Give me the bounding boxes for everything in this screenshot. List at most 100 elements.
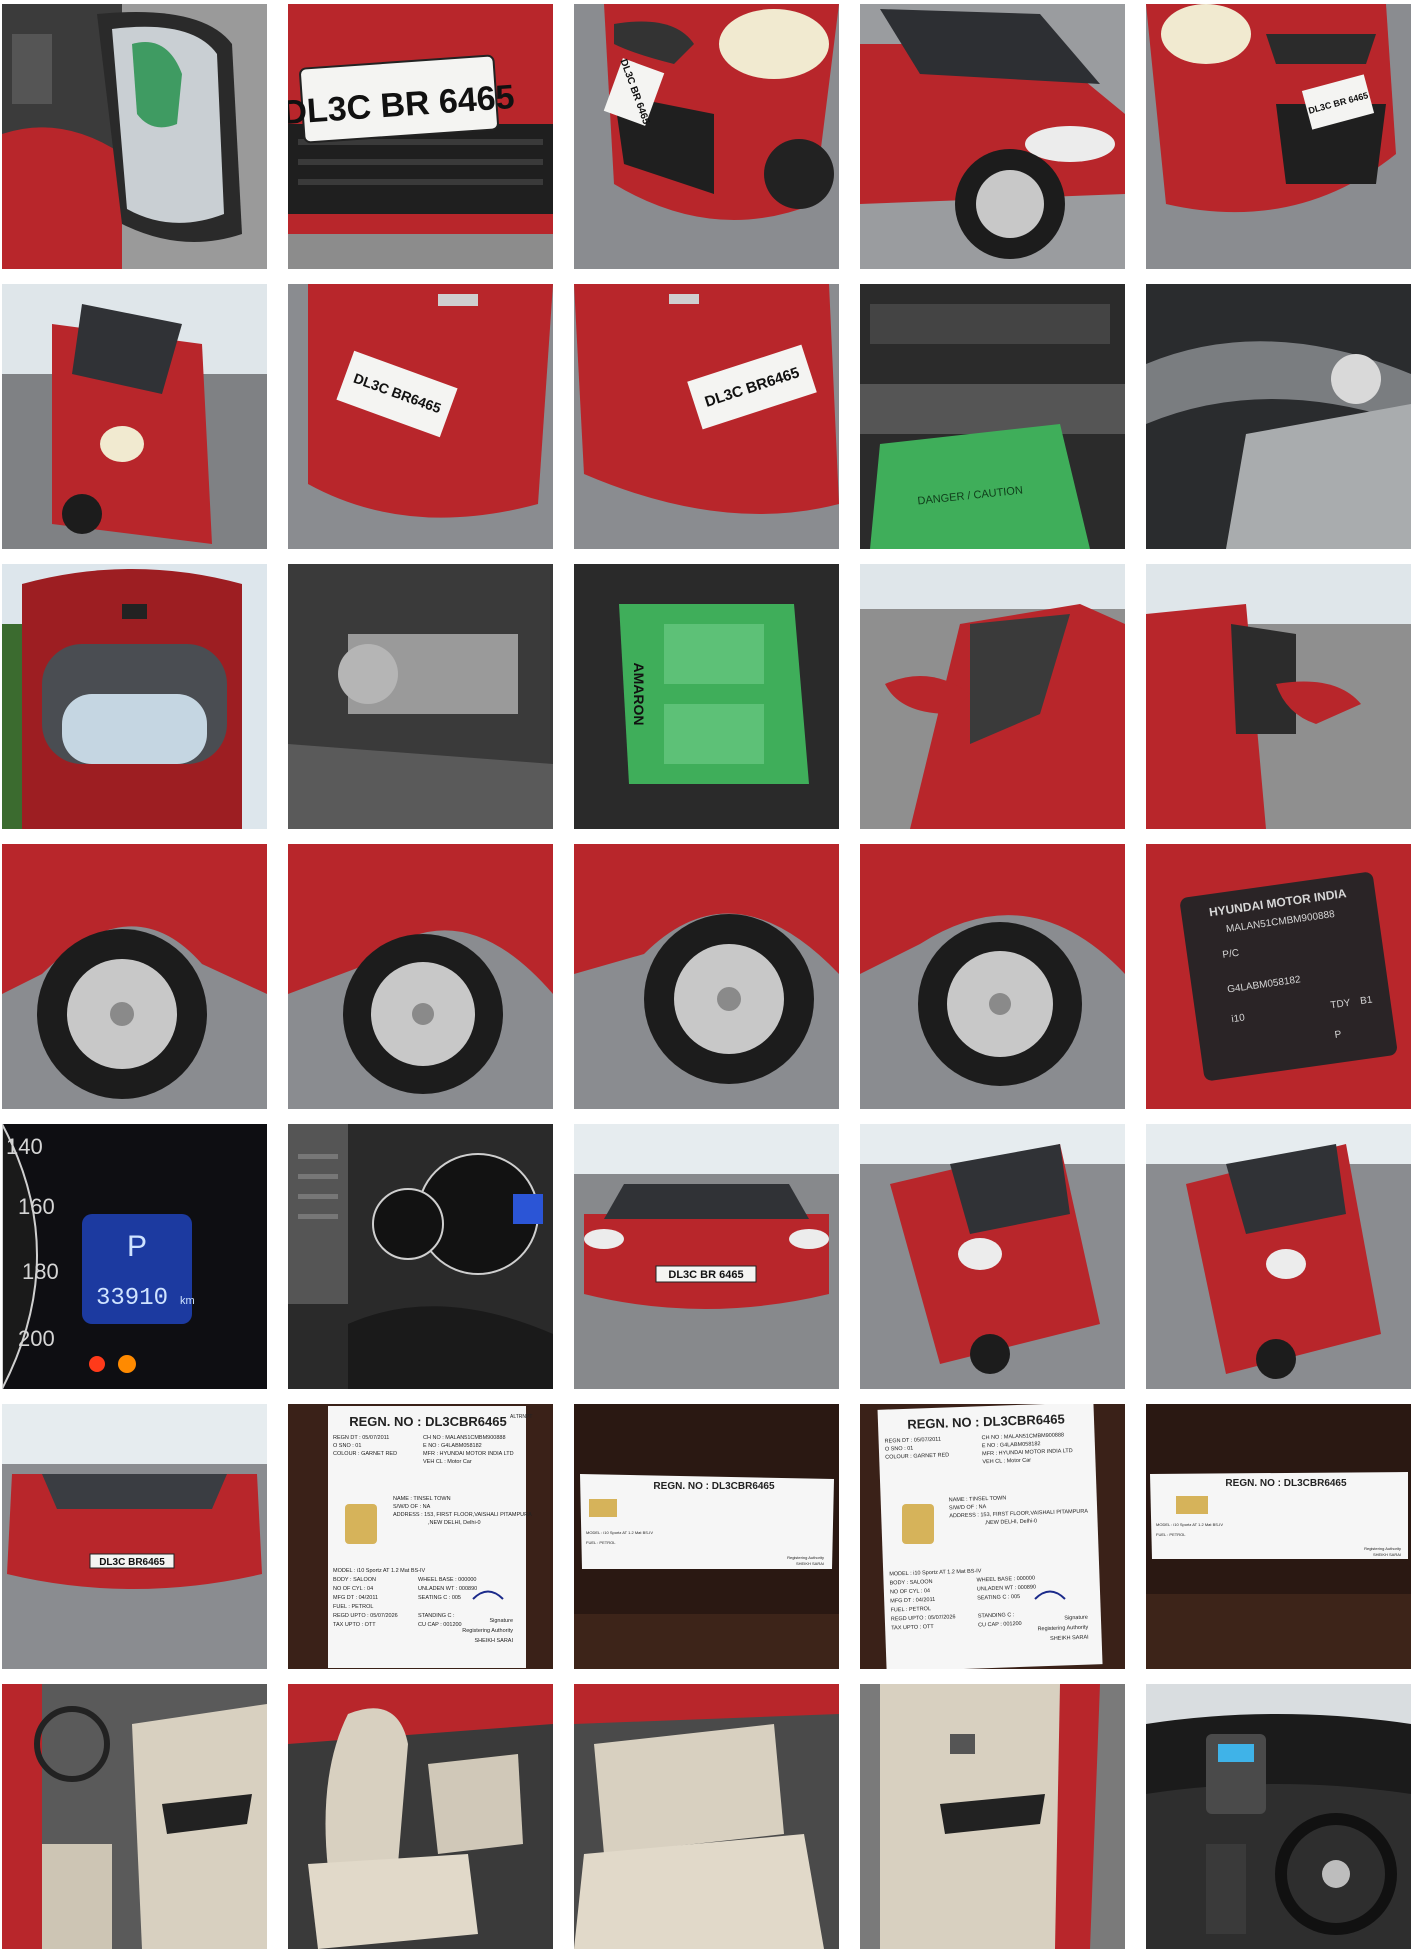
photo-vin-plate[interactable]: HYUNDAI MOTOR INDIA MALAN51CMBM900888 P/… [1146, 844, 1411, 1109]
odometer-unit: km [180, 1295, 195, 1307]
photo-front-three-quarter-2[interactable] [860, 1124, 1125, 1389]
photo-door-panel[interactable] [860, 1684, 1125, 1949]
vin-plate-image: HYUNDAI MOTOR INDIA MALAN51CMBM900888 P/… [1146, 844, 1411, 1109]
instrument-cluster-image [288, 1124, 553, 1389]
left-side-front-image [860, 4, 1125, 269]
rc3-o-sno: O SNO : 01 [885, 1446, 914, 1453]
photo-rear-right-bumper[interactable]: DL3C BR6465 [288, 284, 553, 549]
speed-tick-160: 160 [18, 1194, 55, 1219]
photo-wheel-3[interactable] [574, 844, 839, 1109]
rc1-unladen-wt: UNLADEN WT : 000890 [418, 1586, 477, 1592]
battery-top-image: AMARON [574, 564, 839, 829]
photo-front-left-corner[interactable]: DL3C BR 6465 [574, 4, 839, 269]
photo-left-side-front[interactable] [860, 4, 1125, 269]
photo-rc-front-2[interactable]: REGN. NO : DL3CBR6465 REGN DT : 05/07/20… [860, 1404, 1125, 1669]
rc4-model: MODEL : i10 Sportz AT 1.2 Mat BS-IV [1156, 1522, 1223, 1527]
photo-rc-flat-1[interactable]: REGN. NO : DL3CBR6465 MODEL : i10 Sportz… [574, 1404, 839, 1669]
vin-type-text: P/C [1222, 948, 1240, 961]
photo-side-mirror[interactable] [2, 4, 267, 269]
rc2-authority: Registering Authority [787, 1555, 824, 1560]
rear-right-bumper-image: DL3C BR6465 [288, 284, 553, 549]
rc1-tax-upto: TAX UPTO : OTT [333, 1622, 376, 1628]
rc1-name: NAME : TINSEL TOWN [393, 1496, 451, 1502]
photo-rear-seats[interactable] [574, 1684, 839, 1949]
photo-front-view[interactable]: DL3C BR 6465 [574, 1124, 839, 1389]
side-mirror-image [2, 4, 267, 269]
photo-engine-bay-cap[interactable] [288, 564, 553, 829]
rc1-office: SHEIKH SARAI [474, 1638, 513, 1644]
rc1-no-of-cyl: NO OF CYL : 04 [333, 1586, 373, 1592]
front-left-corner-image: DL3C BR 6465 [574, 4, 839, 269]
wheel-1-image [2, 844, 267, 1109]
rc1-address-2: ,NEW DELHI, Delhi-0 [428, 1520, 481, 1526]
engine-bay-cap-image [288, 564, 553, 829]
rc1-authority: Registering Authority [462, 1628, 513, 1634]
rc-front-2-image: REGN. NO : DL3CBR6465 REGN DT : 05/07/20… [860, 1404, 1125, 1669]
photo-door-interior[interactable] [2, 1684, 267, 1949]
right-door-open-image [860, 564, 1125, 829]
photo-underbody[interactable] [1146, 284, 1411, 549]
photo-wheel-2[interactable] [288, 844, 553, 1109]
rc2-office: SHEIKH SARAI [796, 1561, 824, 1566]
photo-wheel-1[interactable] [2, 844, 267, 1109]
vin-model-text: i10 [1231, 1012, 1246, 1025]
rc3-chip-icon [902, 1504, 934, 1544]
photo-front-seats[interactable] [288, 1684, 553, 1949]
rc1-signature-label: Signature [489, 1618, 513, 1624]
wheel-4-image [860, 844, 1125, 1109]
dashboard-image [1146, 1684, 1411, 1949]
battery-brand-text: AMARON [631, 663, 647, 726]
rc4-fuel: FUEL : PETROL [1156, 1532, 1186, 1537]
rc-flat-1-image: REGN. NO : DL3CBR6465 MODEL : i10 Sportz… [574, 1404, 839, 1669]
door-interior-image [2, 1684, 267, 1949]
boot-open-image [2, 564, 267, 829]
underbody-image [1146, 284, 1411, 549]
photo-rc-front-1[interactable]: REGN. NO : DL3CBR6465 ALTRNPT REGN DT : … [288, 1404, 553, 1669]
rc1-o-sno: O SNO : 01 [333, 1443, 361, 1449]
rear-left-bumper-image: DL3C BR6465 [574, 284, 839, 549]
photo-front-three-quarter[interactable] [2, 284, 267, 549]
engine-bay-battery-image: DANGER / CAUTION [860, 284, 1125, 549]
rc1-fuel: FUEL : PETROL [333, 1604, 373, 1610]
front-three-quarter-2-image [860, 1124, 1125, 1389]
photo-rear-view[interactable]: DL3C BR6465 [2, 1404, 267, 1669]
rc1-wheel-base: WHEEL BASE : 000000 [418, 1577, 477, 1583]
rc1-chip-icon [345, 1504, 377, 1544]
photo-rc-flat-2[interactable]: REGN. NO : DL3CBR6465 MODEL : i10 Sportz… [1146, 1404, 1411, 1669]
photo-right-door-open[interactable] [860, 564, 1125, 829]
odometer-reading: 33910 [96, 1285, 168, 1312]
front-view-image: DL3C BR 6465 [574, 1124, 839, 1389]
photo-wheel-4[interactable] [860, 844, 1125, 1109]
front-three-quarter-3-image [1146, 1124, 1411, 1389]
photo-left-door-open[interactable] [1146, 564, 1411, 829]
rc4-title: REGN. NO : DL3CBR6465 [1225, 1478, 1347, 1489]
photo-rear-left-bumper[interactable]: DL3C BR6465 [574, 284, 839, 549]
photo-front-right-corner[interactable]: DL3C BR 6465 [1146, 4, 1411, 269]
rc1-mfr: MFR : HYUNDAI MOTOR INDIA LTD [423, 1451, 514, 1457]
rc1-model: MODEL : i10 Sportz AT 1.2 Mat BS-IV [333, 1568, 426, 1574]
photo-front-plate[interactable]: DL3C BR 6465 [288, 4, 553, 269]
rc1-veh-cl: VEH CL : Motor Car [423, 1459, 472, 1465]
speed-tick-180: 180 [22, 1259, 59, 1284]
rc1-swd-of: S/W/D OF : NA [393, 1504, 431, 1510]
rc-front-1-image: REGN. NO : DL3CBR6465 ALTRNPT REGN DT : … [288, 1404, 553, 1669]
door-panel-image [860, 1684, 1125, 1949]
rc-flat-2-image: REGN. NO : DL3CBR6465 MODEL : i10 Sportz… [1146, 1404, 1411, 1669]
photo-gallery-grid: DL3C BR 6465 DL3C BR 6465 DL3C BR 6465 D… [0, 0, 1416, 1949]
photo-engine-bay-battery[interactable]: DANGER / CAUTION [860, 284, 1125, 549]
photo-odometer[interactable]: 140 160 180 200 P 33910 km [2, 1124, 267, 1389]
front-right-corner-image: DL3C BR 6465 [1146, 4, 1411, 269]
left-door-open-image [1146, 564, 1411, 829]
rc1-colour: COLOUR : GARNET RED [333, 1451, 397, 1457]
photo-front-three-quarter-3[interactable] [1146, 1124, 1411, 1389]
photo-boot-open[interactable] [2, 564, 267, 829]
front-view-plate-text: DL3C BR 6465 [668, 1269, 743, 1281]
rc1-cu-cap: CU CAP : 001200 [418, 1622, 462, 1628]
photo-battery-top[interactable]: AMARON [574, 564, 839, 829]
photo-dashboard[interactable] [1146, 1684, 1411, 1949]
photo-instrument-cluster[interactable] [288, 1124, 553, 1389]
wheel-2-image [288, 844, 553, 1109]
rc1-regn-dt: REGN DT : 05/07/2011 [333, 1435, 389, 1441]
rc1-address-1: ADDRESS : 153, FIRST FLOOR,VAISHALI PITA… [393, 1512, 532, 1518]
rear-view-image: DL3C BR6465 [2, 1404, 267, 1669]
